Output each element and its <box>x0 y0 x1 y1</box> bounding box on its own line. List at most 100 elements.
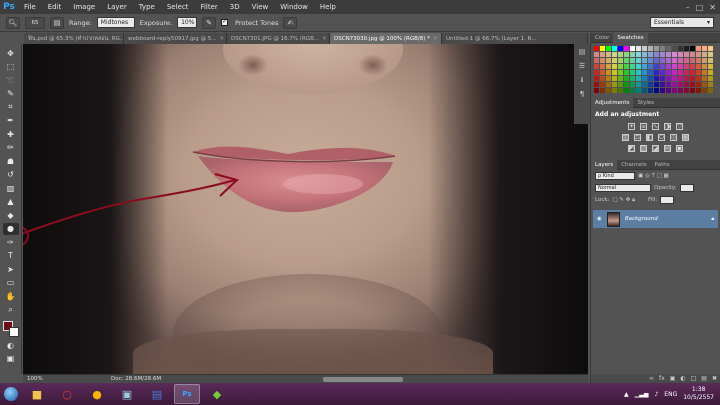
swatch[interactable] <box>594 88 599 93</box>
swatch[interactable] <box>594 64 599 69</box>
link-icon[interactable]: ∞ <box>649 375 654 382</box>
swatch[interactable] <box>648 70 653 75</box>
swatch[interactable] <box>636 70 641 75</box>
eye-icon[interactable]: ◉ <box>597 216 602 222</box>
swatch[interactable] <box>600 82 605 87</box>
swatch[interactable] <box>708 46 713 51</box>
swatch[interactable] <box>636 82 641 87</box>
menu-help[interactable]: Help <box>314 0 342 14</box>
swatch[interactable] <box>630 52 635 57</box>
brush-panel-toggle[interactable]: ▤ <box>50 16 64 29</box>
swatch[interactable] <box>594 46 599 51</box>
swatch[interactable] <box>618 58 623 63</box>
swatch[interactable] <box>702 64 707 69</box>
swatch[interactable] <box>654 88 659 93</box>
swatch[interactable] <box>702 52 707 57</box>
fx-icon[interactable]: fx <box>659 375 665 382</box>
menu-image[interactable]: Image <box>67 0 101 14</box>
doc-tab[interactable]: ฟิน.psd @ 65.3% (ทำปากหลอน, RG...✕ <box>24 33 124 44</box>
taskbar-opera[interactable]: ○ <box>54 384 80 404</box>
swatch[interactable] <box>702 76 707 81</box>
swatch[interactable] <box>666 58 671 63</box>
screen-mode-icon[interactable]: ▣ <box>3 353 19 366</box>
swatch[interactable] <box>612 52 617 57</box>
swatch[interactable] <box>648 64 653 69</box>
menu-filter[interactable]: Filter <box>194 0 223 14</box>
swatch[interactable] <box>678 64 683 69</box>
doc-tab[interactable]: Untitled-1 @ 66.7% (Layer 1, R... <box>442 33 588 44</box>
swatch[interactable] <box>672 64 677 69</box>
exposure-input[interactable]: 10% <box>177 17 198 28</box>
swatch[interactable] <box>612 46 617 51</box>
language-indicator[interactable]: ENG <box>664 391 677 398</box>
swatch[interactable] <box>594 76 599 81</box>
swatch[interactable] <box>684 58 689 63</box>
doc-tab[interactable]: DSCN7301.JPG @ 16.7% (RGB... ✕ <box>227 33 330 44</box>
swatch[interactable] <box>696 52 701 57</box>
doc-tab[interactable]: webboard-reply50917.jpg @ 5... ✕ <box>124 33 227 44</box>
invert-icon[interactable]: ◩ <box>628 145 635 152</box>
swatch[interactable] <box>696 88 701 93</box>
swatch[interactable] <box>702 58 707 63</box>
swatch[interactable] <box>708 88 713 93</box>
taskbar-explorer[interactable]: ▣ <box>114 384 140 404</box>
swatch[interactable] <box>684 52 689 57</box>
swatch[interactable] <box>600 46 605 51</box>
swatch[interactable] <box>618 70 623 75</box>
swatch[interactable] <box>630 70 635 75</box>
clone-stamp-tool-icon[interactable]: ☗ <box>3 155 19 168</box>
swatch[interactable] <box>660 88 665 93</box>
swatch[interactable] <box>672 76 677 81</box>
swatch[interactable] <box>684 76 689 81</box>
swatch[interactable] <box>618 46 623 51</box>
tab-layers[interactable]: Layers <box>591 159 618 170</box>
swatch[interactable] <box>642 82 647 87</box>
menu-window[interactable]: Window <box>274 0 314 14</box>
start-button[interactable] <box>0 383 22 405</box>
swatch[interactable] <box>606 88 611 93</box>
swatch[interactable] <box>702 82 707 87</box>
history-brush-tool-icon[interactable]: ↺ <box>3 169 19 182</box>
swatch[interactable] <box>630 46 635 51</box>
workspace-select[interactable]: Essentials ▾ <box>650 17 714 28</box>
swatch[interactable] <box>654 52 659 57</box>
photo-filter-icon[interactable]: ⭘ <box>658 134 665 141</box>
swatch[interactable] <box>636 64 641 69</box>
brightness-icon[interactable]: ☀ <box>628 123 635 130</box>
swatch[interactable] <box>684 82 689 87</box>
menu-select[interactable]: Select <box>161 0 195 14</box>
swatch[interactable] <box>606 52 611 57</box>
swatch[interactable] <box>630 76 635 81</box>
document-size[interactable]: Doc: 28.6M/28.6M <box>51 376 161 382</box>
swatch[interactable] <box>606 64 611 69</box>
swatch[interactable] <box>600 58 605 63</box>
history-panel-icon[interactable]: ▤ <box>579 48 586 56</box>
swatch[interactable] <box>666 82 671 87</box>
swatch[interactable] <box>600 64 605 69</box>
filter-icons[interactable]: ▣ ◎ T □ ▦ <box>638 173 669 179</box>
swatch[interactable] <box>624 88 629 93</box>
swatch[interactable] <box>642 52 647 57</box>
swatch[interactable] <box>642 46 647 51</box>
tab-styles[interactable]: Styles <box>633 98 658 108</box>
blend-mode-select[interactable]: Normal <box>595 184 651 192</box>
swatch[interactable] <box>648 82 653 87</box>
blur-tool-icon[interactable]: ◆ <box>3 209 19 222</box>
swatch[interactable] <box>702 46 707 51</box>
protect-tones-checkbox[interactable] <box>221 18 229 26</box>
swatch[interactable] <box>684 88 689 93</box>
layer-kind-filter[interactable]: ρ Kind <box>595 172 635 180</box>
swatch[interactable] <box>696 58 701 63</box>
swatch[interactable] <box>678 52 683 57</box>
swatch[interactable] <box>666 70 671 75</box>
swatch[interactable] <box>612 88 617 93</box>
black-white-icon[interactable]: ◧ <box>646 134 653 141</box>
close-icon[interactable]: ✕ <box>322 36 327 42</box>
swatch[interactable] <box>606 58 611 63</box>
swatch[interactable] <box>660 58 665 63</box>
swatch[interactable] <box>672 52 677 57</box>
menu-layer[interactable]: Layer <box>101 0 133 14</box>
swatch[interactable] <box>666 52 671 57</box>
swatch[interactable] <box>624 76 629 81</box>
swatch[interactable] <box>600 70 605 75</box>
